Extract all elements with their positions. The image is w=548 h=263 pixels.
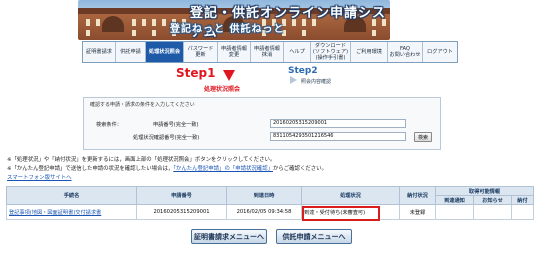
- note-easy-registration: ※「かんたん登記申請」で送信した申請の状況を確認したい場合は，「かんたん登記申請…: [7, 164, 327, 172]
- step1-title: Step1: [176, 66, 216, 80]
- step2-label: 照会内容確認: [301, 79, 332, 85]
- certificate-menu-button[interactable]: 証明書請求メニューへ: [191, 229, 267, 244]
- nav-help[interactable]: ヘルプ: [284, 42, 311, 62]
- nav-faq-contact[interactable]: FAQ お問い合わせ: [388, 42, 423, 62]
- table-row: 登記事項(地図・図面証明書)交付請求書 20160205315209001 20…: [6, 204, 534, 220]
- col-payment-status: 納付状況: [399, 186, 436, 205]
- row-pay: [511, 204, 534, 220]
- col-arrival-notice: 到達通知: [435, 195, 474, 205]
- row-application-number: 20160205315209001: [136, 204, 227, 220]
- status-highlight-box: [302, 206, 380, 221]
- col-arrival-datetime: 到達日時: [226, 186, 302, 205]
- nav-download[interactable]: ダウンロード (ソフトウェア) (操作手引書): [311, 42, 351, 62]
- nav-applicant-delete[interactable]: 申請者情報 抹消: [251, 42, 284, 62]
- step1-label: 処理状況照会: [204, 86, 241, 93]
- col-notice: お知らせ: [473, 195, 512, 205]
- step2-title: Step2: [288, 66, 318, 76]
- row-arrival-notice: [435, 204, 474, 220]
- chevron-right-icon: [290, 76, 297, 84]
- col-pay: 納付: [511, 195, 534, 205]
- note-easy-registration-text: ※「かんたん登記申請」で送信した申請の状況を確認したい場合は，: [7, 166, 174, 172]
- search-conditions-label: 検索条件：: [96, 122, 122, 128]
- col-procedure-name: 手続名: [6, 186, 137, 205]
- search-instruction: 確認する申請・請求の条件を入力してください: [90, 102, 195, 108]
- note-easy-registration-tail: からご確認ください。: [272, 166, 327, 172]
- col-application-number: 申請番号: [136, 186, 227, 205]
- row-notice: [473, 204, 512, 220]
- nav-logout[interactable]: ログアウト: [423, 42, 457, 62]
- easy-registration-status-link[interactable]: 「かんたん登記申請」の「申請状況確認」: [173, 166, 273, 172]
- row-arrival-datetime: 2016/02/05 09:34:58: [226, 204, 302, 220]
- nav-status-inquiry[interactable]: 処理状況照会: [146, 42, 184, 62]
- note-refresh: ※「処理状況」や「納付状況」を更新するには，画面上部の「処理状況照会」ボタンをク…: [7, 157, 276, 163]
- search-panel: 確認する申請・請求の条件を入力してください 検索条件： 申請番号(完全一致) 2…: [83, 97, 441, 150]
- nav-environment[interactable]: ご利用環境: [351, 42, 388, 62]
- procedure-name-link[interactable]: 登記事項(地図・図面証明書)交付請求書: [6, 204, 137, 220]
- site-subtitle: 登記ねっと 供託ねっと: [170, 24, 285, 35]
- header-banner: 登記・供託オンライン申請システム 登記ねっと 供託ねっと: [0, 0, 548, 40]
- application-number-input[interactable]: 20160205315209001: [270, 119, 406, 128]
- status-table: 手続名 申請番号 到達日時 処理状況 納付状況 取得可能情報 到達通知 お知らせ…: [6, 186, 534, 220]
- tracking-number-label: 処理状況確認番号(完全一致): [133, 135, 200, 141]
- search-button[interactable]: 検索: [414, 132, 432, 142]
- step-arrow-icon: [223, 70, 235, 81]
- header-image: 登記・供託オンライン申請システム 登記ねっと 供託ねっと: [78, 0, 390, 40]
- deposit-menu-button[interactable]: 供託申請メニューへ: [276, 229, 352, 244]
- row-payment-status: 未登録: [399, 204, 436, 220]
- col-processing-status: 処理状況: [301, 186, 400, 205]
- nav-applicant-change[interactable]: 申請者情報 変更: [218, 42, 251, 62]
- nav-deposit-application[interactable]: 供託申請: [116, 42, 146, 62]
- nav-certificate-request[interactable]: 証明書請求: [83, 42, 116, 62]
- col-available-info: 取得可能情報: [435, 186, 534, 196]
- page: 登記・供託オンライン申請システム 登記ねっと 供託ねっと 証明書請求 供託申請 …: [0, 0, 548, 263]
- tracking-number-input[interactable]: 8311054293501216546: [270, 132, 406, 141]
- smartphone-site-link[interactable]: スマートフォン版サイトへ: [7, 173, 72, 181]
- nav-password-update[interactable]: パスワード 更新: [184, 42, 218, 62]
- application-number-label: 申請番号(完全一致): [153, 122, 199, 128]
- main-nav: 証明書請求 供託申請 処理状況照会 パスワード 更新 申請者情報 変更 申請者情…: [82, 41, 458, 63]
